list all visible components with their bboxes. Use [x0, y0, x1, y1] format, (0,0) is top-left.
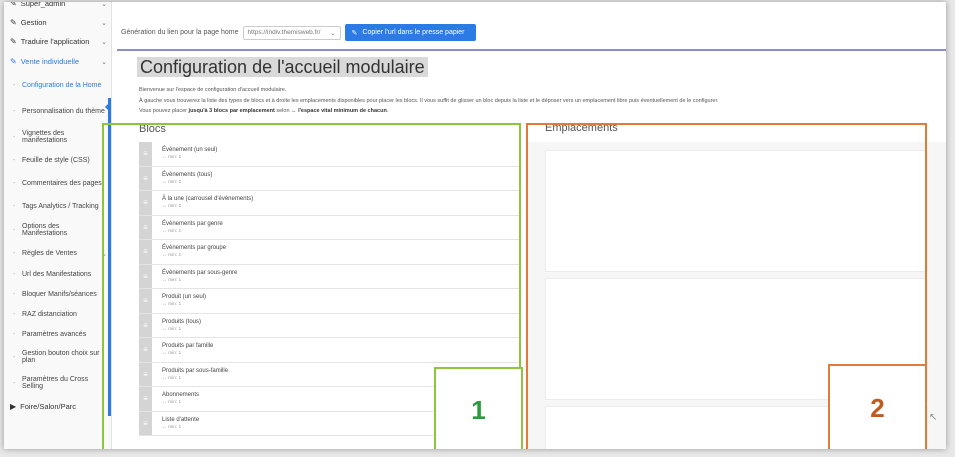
dash-icon: - — [13, 379, 16, 387]
sidebar-item[interactable]: - Règles de Ventes ⌄ — [4, 243, 111, 264]
sidebar-item[interactable]: - Gestion bouton choix sur plan — [4, 344, 111, 370]
sidebar-item-label: Paramètres avancés — [22, 330, 87, 338]
link-generation-bar: Génération du lien pour la page home htt… — [121, 24, 476, 41]
sidebar-item[interactable]: ✎ Gestion ⌄ — [4, 13, 111, 32]
wrench-icon: ✎ — [10, 37, 17, 46]
sidebar-item[interactable]: - Paramètres avancés — [4, 324, 111, 344]
annotation-label-1: 1 — [434, 367, 523, 449]
dash-icon: - — [13, 250, 16, 257]
sidebar-item[interactable]: ✎ Super_admin ⌄ — [4, 2, 111, 13]
intro-text-2: À gauche vous trouverez la liste des typ… — [139, 98, 719, 104]
sidebar-item[interactable]: - Url des Manifestations — [4, 264, 111, 284]
chevron-down-icon: ⌄ — [101, 38, 107, 46]
sidebar-item-label: Gestion bouton choix sur plan — [22, 350, 100, 364]
sidebar-item[interactable]: - RAZ distanciation — [4, 304, 111, 324]
sidebar: ✎ Super_admin ⌄ ✎ Gestion ⌄ ✎ Traduire l'applic… — [4, 2, 112, 449]
chevron-down-icon: ⌄ — [101, 58, 107, 66]
dash-icon: - — [13, 226, 16, 234]
copy-icon: ✎ — [351, 29, 358, 37]
sidebar-item[interactable]: - Commentaires des pages — [4, 170, 111, 196]
intro-text-3-bold: ↔ l'espace vital minimum de chacun — [291, 108, 387, 114]
sidebar-item-label: Vignettes des manifestations — [22, 130, 68, 144]
sidebar-item[interactable]: ✎ Vente individuelle ⌄ — [4, 51, 111, 72]
sidebar-item[interactable]: - Vignettes des manifestations — [4, 124, 111, 150]
chevron-down-icon: ⌄ — [101, 19, 107, 27]
dash-icon: - — [13, 270, 16, 278]
sidebar-item-label: Bloquer Manifs/séances — [22, 290, 97, 298]
link-generation-label: Génération du lien pour la page home — [121, 29, 239, 36]
sidebar-item-label: Tags Analytics / Tracking — [22, 203, 99, 210]
sidebar-item[interactable]: - Tags Analytics / Tracking — [4, 196, 111, 217]
sidebar-item[interactable]: - Bloquer Manifs/séances — [4, 284, 111, 304]
wrench-icon: ✎ — [10, 57, 17, 66]
header-divider — [117, 49, 946, 51]
app-window: ✎ Super_admin ⌄ ✎ Gestion ⌄ ✎ Traduire l'applic… — [4, 2, 946, 449]
intro-text-1: Bienvenue sur l'espace de configuration … — [139, 87, 287, 93]
sidebar-item-label: Traduire l'application — [20, 37, 90, 46]
dash-icon: - — [13, 179, 16, 187]
sidebar-item-label: Règles de Ventes — [22, 250, 77, 257]
sidebar-item[interactable]: ✎ Traduire l'application ⌄ — [4, 32, 111, 51]
page-title: Configuration de l'accueil modulaire — [137, 57, 428, 77]
sidebar-item-label: Super_admin — [20, 2, 66, 8]
sidebar-item-label: Gestion — [20, 18, 47, 27]
sidebar-item[interactable]: - Paramètres du Cross Selling — [4, 370, 111, 396]
url-select[interactable]: https://indiv.themisweb.fr/ ⌄ — [242, 25, 341, 40]
copy-url-button[interactable]: ✎ Copier l'url dans le presse papier — [344, 24, 476, 41]
sidebar-selection-indicator — [105, 102, 110, 112]
intro-text-3: Vous pouvez placer jusqu'à 3 blocs par e… — [139, 108, 388, 114]
copy-url-button-label: Copier l'url dans le presse papier — [362, 29, 465, 36]
sidebar-item[interactable]: ▶ Foire/Salon/Parc — [4, 396, 111, 417]
dash-icon: - — [13, 107, 16, 115]
dash-icon: - — [13, 290, 16, 298]
dash-icon: - — [13, 353, 16, 361]
mouse-cursor-icon: ↖ — [929, 412, 938, 423]
sidebar-item-label: Vente individuelle — [20, 57, 80, 66]
dash-icon: - — [13, 81, 16, 89]
url-select-value: https://indiv.themisweb.fr/ — [247, 29, 321, 36]
chevron-down-icon: ⌄ — [330, 29, 336, 37]
intro-text-3-bold: jusqu'à 3 blocs par emplacement — [188, 108, 275, 114]
sidebar-item[interactable]: - Configuration de la Home — [4, 72, 111, 98]
sidebar-item-label: Configuration de la Home — [22, 81, 102, 89]
sidebar-item-label: Foire/Salon/Parc — [20, 402, 77, 411]
dash-icon: - — [13, 156, 16, 164]
dash-icon: - — [13, 133, 16, 141]
wrench-icon: ✎ — [10, 18, 17, 27]
sidebar-item-label: Feuille de style (CSS) — [22, 156, 90, 164]
chevron-down-icon: ⌄ — [101, 2, 107, 8]
intro-text-3-part: selon — [274, 108, 292, 114]
sidebar-item-label: Personnalisation du thème — [22, 107, 105, 115]
sidebar-item[interactable]: - Feuille de style (CSS) — [4, 150, 111, 170]
dash-icon: - — [13, 203, 16, 210]
sidebar-item-label: Options des Manifestations — [22, 223, 68, 237]
annotation-label-2: 2 — [828, 364, 927, 449]
sidebar-item[interactable]: - Personnalisation du thème — [4, 98, 111, 124]
sidebar-item-label: Paramètres du Cross Selling — [22, 376, 89, 390]
dash-icon: - — [13, 310, 16, 318]
sidebar-item-label: Commentaires des pages — [22, 179, 102, 187]
wrench-icon: ✎ — [10, 2, 17, 8]
sidebar-item-label: RAZ distanciation — [22, 310, 77, 318]
intro-text-3-part: Vous pouvez placer — [139, 108, 189, 114]
sidebar-item-label: Url des Manifestations — [22, 270, 92, 278]
flag-icon: ▶ — [10, 402, 17, 411]
sidebar-item[interactable]: - Options des Manifestations — [4, 217, 111, 243]
dash-icon: - — [13, 330, 16, 338]
intro-text-3-part: . — [386, 108, 389, 114]
